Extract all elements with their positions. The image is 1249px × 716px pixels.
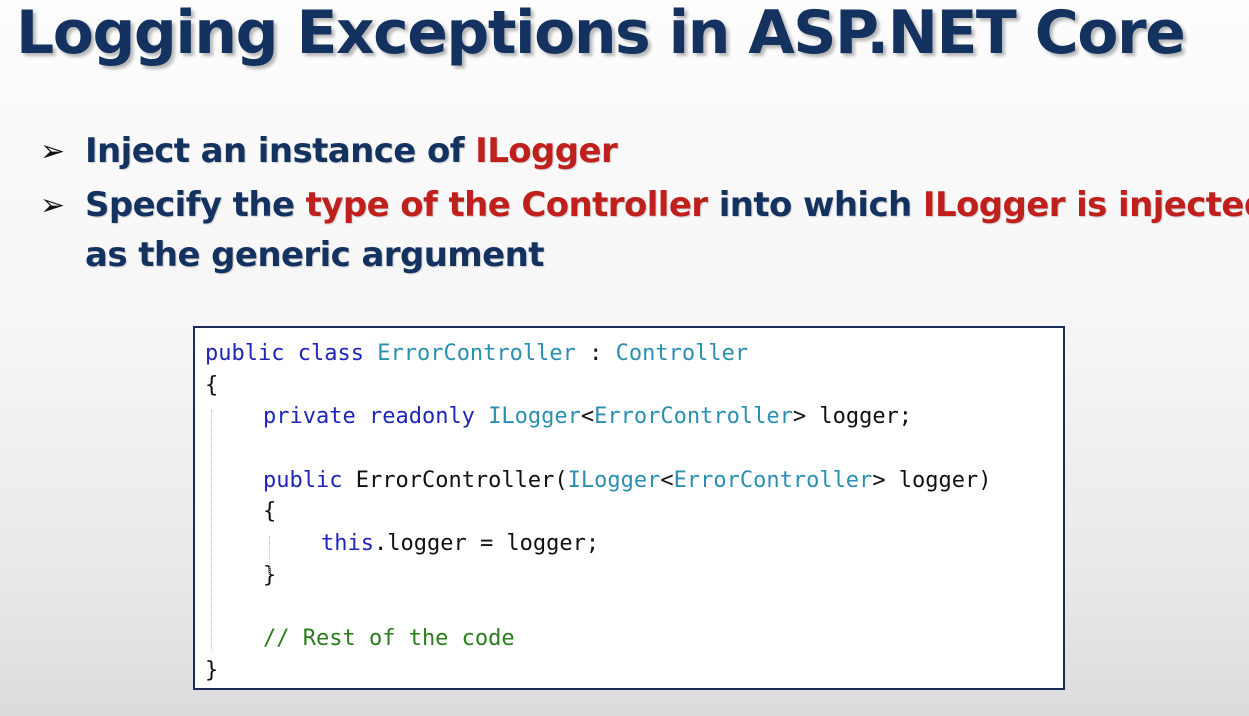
code-text: > logger; bbox=[792, 404, 913, 430]
code-keyword: public bbox=[205, 341, 285, 366]
highlight-ilogger-injected: ILogger is injected bbox=[922, 185, 1249, 225]
code-keyword: this bbox=[321, 531, 374, 557]
highlight-ilogger: ILogger bbox=[475, 131, 618, 171]
bullet-text: into which bbox=[707, 185, 923, 225]
code-comment: // Rest of the code bbox=[263, 626, 515, 652]
code-type: ErrorController bbox=[594, 404, 793, 430]
code-text: ErrorController( bbox=[342, 467, 568, 493]
code-type: ILogger bbox=[567, 467, 661, 493]
bullet-list: ➢ Inject an instance of ILogger ➢ Specif… bbox=[40, 126, 1249, 284]
code-line-5: public ErrorController(ILogger<ErrorCont… bbox=[205, 465, 1063, 497]
code-text: < bbox=[580, 404, 595, 430]
code-line-6: { bbox=[263, 499, 277, 525]
code-type: Controller bbox=[615, 341, 749, 366]
code-line-3: private readonly ILogger<ErrorController… bbox=[205, 401, 1063, 433]
code-snippet: public class ErrorController : Controlle… bbox=[193, 326, 1065, 690]
code-type: ErrorController bbox=[377, 341, 576, 366]
bullet-item-specify: ➢ Specify the type of the Controller int… bbox=[40, 180, 1249, 280]
code-text: .logger = logger; bbox=[373, 531, 600, 557]
code-keyword: readonly bbox=[368, 404, 475, 430]
code-keyword: class bbox=[297, 341, 364, 366]
arrowhead-bullet-icon: ➢ bbox=[40, 134, 65, 169]
code-text: : bbox=[575, 341, 616, 366]
indent-guide bbox=[269, 536, 270, 576]
arrowhead-bullet-icon: ➢ bbox=[40, 188, 65, 223]
code-keyword: public bbox=[263, 467, 343, 493]
code-line-8: } bbox=[263, 562, 277, 588]
bullet-text: Specify the bbox=[85, 185, 306, 225]
code-type: ErrorController bbox=[673, 467, 873, 493]
bullet-text: Inject an instance of bbox=[85, 131, 476, 171]
bullet-item-inject: ➢ Inject an instance of ILogger bbox=[40, 126, 1235, 176]
code-line-11: } bbox=[205, 657, 219, 683]
code-text: > logger) bbox=[872, 467, 992, 493]
code-keyword: private bbox=[263, 404, 356, 430]
highlight-controller-type: type of the Controller bbox=[305, 185, 708, 225]
code-line-2: { bbox=[205, 372, 219, 398]
code-line-1: public class ErrorController : Controlle… bbox=[205, 338, 1063, 370]
code-line-7: this.logger = logger; bbox=[205, 528, 1063, 560]
bullet-continuation: as the generic argument bbox=[85, 235, 544, 275]
indent-guide bbox=[211, 410, 212, 650]
code-text: < bbox=[660, 467, 674, 493]
slide-title: Logging Exceptions in ASP.NET Core bbox=[16, 0, 1186, 68]
code-type: ILogger bbox=[488, 404, 581, 430]
